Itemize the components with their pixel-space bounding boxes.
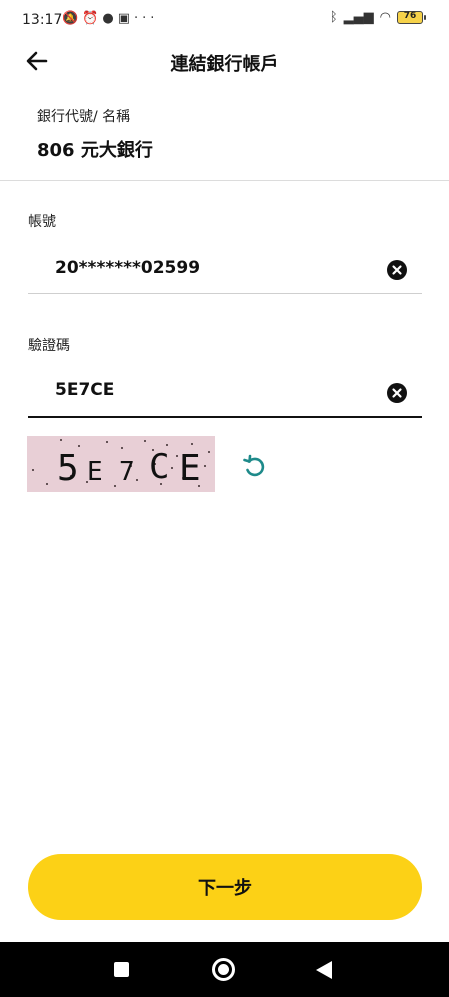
captcha-char: 7: [119, 457, 135, 487]
account-clear-button[interactable]: [387, 260, 407, 280]
bluetooth-icon: ᛒ: [329, 10, 338, 25]
signal-icon: ▂▄▆: [343, 10, 374, 25]
clear-x-icon: [392, 388, 402, 398]
status-time: 13:17: [22, 12, 63, 28]
battery-level: 76: [403, 11, 417, 21]
messenger-icon: ●: [102, 11, 118, 26]
refresh-icon: [243, 454, 265, 477]
wifi-icon: ◠: [379, 10, 391, 25]
page-title: 連結銀行帳戶: [170, 54, 279, 75]
notification-off-icon: 🔕: [62, 11, 83, 26]
captcha-input[interactable]: 5E7CE: [55, 380, 114, 400]
captcha-label: 驗證碼: [28, 338, 70, 354]
account-label: 帳號: [28, 214, 56, 230]
home-icon[interactable]: [212, 958, 235, 981]
captcha-underline: [28, 416, 422, 418]
captcha-char: E: [179, 448, 201, 489]
captcha-char: 5: [57, 448, 79, 489]
section-divider: [0, 180, 449, 181]
app-header: 連結銀行帳戶: [0, 44, 449, 80]
clear-x-icon: [392, 265, 402, 275]
battery-icon: 76: [397, 11, 426, 24]
alarm-icon: ⏰: [82, 11, 103, 26]
status-notification-icons: 🔕⏰●▣···: [62, 11, 158, 26]
recent-apps-icon[interactable]: [114, 962, 129, 977]
account-underline: [28, 293, 422, 294]
captcha-refresh-button[interactable]: [240, 452, 270, 482]
bank-label: 銀行代號/ 名稱: [37, 109, 131, 125]
bank-value: 806 元大銀行: [37, 140, 153, 161]
teams-icon: ▣: [117, 11, 135, 26]
system-nav-bar: [0, 942, 449, 997]
bank-info: 銀行代號/ 名稱 806 元大銀行: [37, 106, 153, 162]
account-input[interactable]: 20*******02599: [55, 258, 200, 278]
more-dots-icon: ···: [134, 11, 159, 26]
captcha-char: E: [87, 457, 103, 487]
captcha-char: C: [149, 447, 169, 487]
back-triangle-icon[interactable]: [316, 961, 332, 979]
status-bar: 13:17 🔕⏰●▣··· ᛒ ▂▄▆ ◠ 76: [0, 0, 449, 44]
captcha-clear-button[interactable]: [387, 383, 407, 403]
captcha-image: 5 E 7 C E: [27, 436, 215, 492]
next-step-button[interactable]: 下一步: [28, 854, 422, 920]
status-system-icons: ᛒ ▂▄▆ ◠ 76: [329, 10, 426, 25]
